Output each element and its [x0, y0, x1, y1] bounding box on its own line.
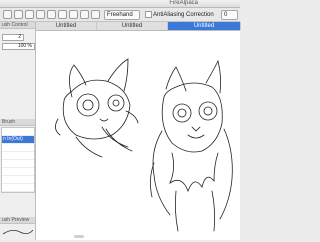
brush-item[interactable]: [2, 152, 34, 160]
brush-preview-header: ush Preview: [0, 217, 35, 224]
toolbar-button-9[interactable]: [91, 10, 100, 19]
brush-mode-select[interactable]: Freehand: [104, 10, 140, 20]
brush-preview-stroke: [2, 229, 34, 235]
brush-item[interactable]: [2, 144, 34, 152]
drawing-canvas[interactable]: [36, 31, 240, 240]
correction-select[interactable]: 0: [221, 10, 238, 20]
toolbar-button-1[interactable]: [3, 10, 12, 19]
toolbar-button-5[interactable]: [47, 10, 56, 19]
antialiasing-checkbox[interactable]: [145, 11, 152, 18]
toolbar-button-6[interactable]: [58, 10, 67, 19]
antialiasing-label: AntiAliasing: [153, 12, 185, 18]
brush-item[interactable]: [2, 184, 34, 192]
brush-size-field[interactable]: 2: [2, 34, 24, 41]
brush-header: Brush: [0, 119, 35, 126]
brush-item-selected[interactable]: n In(Out): [2, 136, 34, 144]
sketch-drawing: [55, 58, 233, 232]
brush-item[interactable]: [2, 128, 34, 136]
brush-item[interactable]: [2, 168, 34, 176]
brush-control-header: ush Control: [0, 22, 35, 29]
toolbar: Freehand AntiAliasing Correction 0: [0, 8, 240, 22]
correction-label: Correction: [186, 12, 214, 18]
toolbar-button-7[interactable]: [69, 10, 78, 19]
canvas-scrollbar[interactable]: [74, 235, 84, 238]
toolbar-button-8[interactable]: [80, 10, 89, 19]
tab-untitled-2[interactable]: Untitled: [97, 22, 168, 30]
brush-item[interactable]: [2, 160, 34, 168]
tab-untitled-1[interactable]: Untitled: [36, 22, 97, 30]
brush-opacity-field[interactable]: 100 %: [2, 43, 35, 50]
brush-item[interactable]: [2, 176, 34, 184]
toolbar-button-4[interactable]: [36, 10, 45, 19]
brush-list[interactable]: n In(Out): [1, 127, 35, 193]
tab-untitled-3-active[interactable]: Untitled: [168, 22, 241, 30]
toolbar-button-3[interactable]: [25, 10, 34, 19]
document-tab-bar: Untitled Untitled Untitled: [36, 22, 241, 31]
toolbar-button-2[interactable]: [14, 10, 23, 19]
window-title: FireAlpaca: [169, 0, 198, 6]
title-bar: FireAlpaca: [0, 0, 240, 8]
